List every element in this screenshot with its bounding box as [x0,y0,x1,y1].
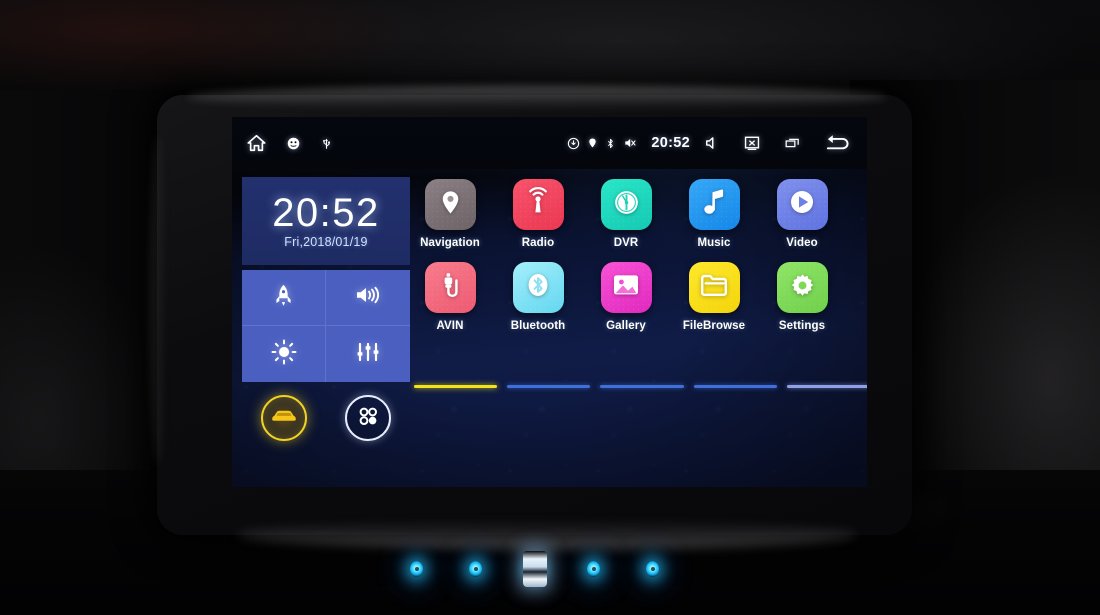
app-dvr[interactable]: DVR [590,179,662,249]
dashcam-icon [611,187,642,223]
app-settings[interactable]: Settings [766,262,838,332]
speaker-icon[interactable] [703,134,721,152]
quick-settings-grid [242,270,410,382]
power-led-button[interactable] [410,561,423,577]
usb-icon[interactable] [320,135,333,152]
app-avin[interactable]: AVIN [414,262,486,332]
page-indicator [414,385,867,388]
page-dot-5[interactable] [786,385,867,388]
app-label: AVIN [436,320,464,332]
equalizer-icon [355,340,381,369]
brightness-icon [270,338,297,370]
rocket-icon [271,283,296,313]
touchscreen-display[interactable]: 20:52 20:52 Fri,2018/01/19 Navigation Ra… [232,117,867,487]
face-notification-icon[interactable] [286,136,301,151]
app-filebrowse[interactable]: FileBrowse [678,262,750,332]
app-label: FileBrowse [682,320,746,332]
music-tile[interactable] [688,179,740,230]
broadcast-icon [523,187,553,222]
page-dot-1[interactable] [414,385,498,388]
filebrowse-tile[interactable] [688,262,740,313]
head-unit-bezel: 20:52 20:52 Fri,2018/01/19 Navigation Ra… [150,86,912,549]
gallery-tile[interactable] [600,262,652,313]
app-label: Bluetooth [510,320,566,332]
avin-tile[interactable] [424,262,476,313]
app-label: DVR [613,237,639,249]
app-label: Music [697,237,731,249]
app-drawer-button[interactable] [345,395,391,441]
screen-off-icon[interactable] [743,134,761,152]
bluetooth-icon [523,270,553,305]
boost-tile[interactable] [242,270,326,326]
app-row-1: Navigation Radio DVR Music Video [414,179,864,249]
download-icon [567,137,580,150]
clock-time: 20:52 [272,191,380,235]
left-widget-column: 20:52 Fri,2018/01/19 [242,177,410,441]
music-note-icon [700,188,728,222]
video-tile[interactable] [776,179,828,230]
car-button[interactable] [261,395,307,441]
app-bluetooth[interactable]: Bluetooth [502,262,574,332]
clock-widget[interactable]: 20:52 Fri,2018/01/19 [242,177,410,265]
bezel-highlight-bottom [237,521,857,549]
app-label: Video [786,237,818,249]
bezel-highlight-left [150,135,166,465]
app-row-2: AVIN Bluetooth Gallery FileBrowse Settin… [414,262,864,332]
app-label: Gallery [606,320,646,332]
equalizer-tile[interactable] [326,326,410,382]
eject-led-button[interactable] [646,561,659,577]
hardware-button-bar [157,549,912,589]
radio-tile[interactable] [512,179,564,230]
plug-icon [437,271,463,304]
volume-up-icon [354,283,382,312]
location-pin-icon [587,136,598,150]
app-grid-icon [355,403,381,434]
status-bar-clock: 20:52 [651,135,690,151]
app-label: Radio [521,237,555,249]
navigation-tile[interactable] [424,179,476,230]
page-dot-4[interactable] [693,385,777,388]
shortcut-button-row [242,395,410,441]
home-icon[interactable] [246,133,267,154]
app-gallery[interactable]: Gallery [590,262,662,332]
gear-icon [788,271,817,305]
page-dot-3[interactable] [600,385,684,388]
settings-tile[interactable] [776,262,828,313]
volume-tile[interactable] [326,270,410,326]
system-status-icons [567,136,637,151]
brightness-tile[interactable] [242,326,326,382]
status-bar: 20:52 [232,117,867,169]
app-label: Navigation [420,237,480,249]
car-icon [270,407,298,429]
volume-mute-icon [623,136,637,150]
page-dot-2[interactable] [507,385,591,388]
microphone [522,551,547,587]
car-interior-scene: 20:52 20:52 Fri,2018/01/19 Navigation Ra… [0,0,1100,615]
photo-icon [611,272,641,303]
folder-icon [699,272,729,303]
map-pin-icon [437,189,464,221]
app-label: Settings [778,320,826,332]
bluetooth-tile[interactable] [512,262,564,313]
home-led-button[interactable] [469,561,482,577]
bluetooth-icon [605,136,616,151]
app-radio[interactable]: Radio [502,179,574,249]
volume-up-led-button[interactable] [587,561,600,577]
app-music[interactable]: Music [678,179,750,249]
clock-date: Fri,2018/01/19 [284,235,368,249]
app-video[interactable]: Video [766,179,838,249]
bezel-highlight-top [187,86,887,108]
dvr-tile[interactable] [600,179,652,230]
app-navigation[interactable]: Navigation [414,179,486,249]
play-circle-icon [787,187,817,222]
recent-apps-icon[interactable] [783,135,802,151]
back-arrow-icon[interactable] [824,133,851,154]
app-grid: Navigation Radio DVR Music Video AVIN Bl… [414,179,864,345]
